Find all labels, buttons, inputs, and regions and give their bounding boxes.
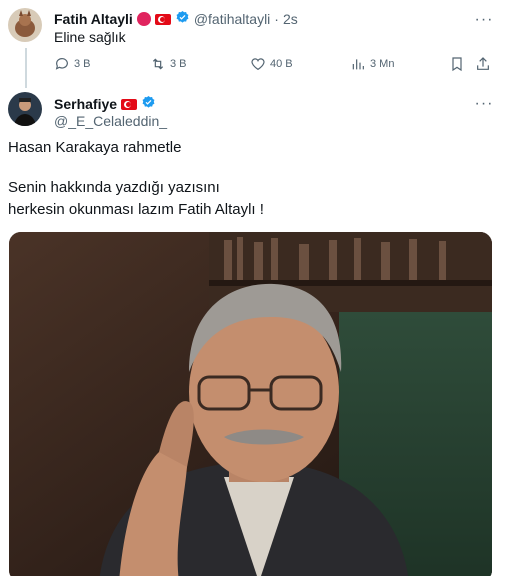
author-handle[interactable]: @fatihaltayli: [194, 11, 270, 27]
turkey-flag-icon: [121, 98, 138, 110]
red-circle-icon: [136, 12, 151, 26]
share-icon: [477, 57, 489, 70]
like-count: 40 B: [270, 58, 293, 70]
retweet-count: 3 B: [170, 58, 187, 70]
timestamp[interactable]: 2s: [283, 11, 298, 27]
share-button[interactable]: [475, 56, 491, 72]
thread-line: [25, 48, 27, 88]
tweet-text-line-2: Senin hakkında yazdığı yazısını: [8, 179, 220, 196]
avatar-fatih[interactable]: [8, 8, 42, 42]
reply-icon: [55, 58, 68, 70]
like-button[interactable]: 40 B: [250, 56, 293, 72]
views-icon: [352, 59, 364, 70]
bookmark-icon: [452, 57, 462, 72]
heart-icon: [251, 58, 265, 71]
action-bar: 3 B 3 B 40 B 3 Mn: [54, 56, 494, 76]
views-button[interactable]: 3 Mn: [350, 56, 394, 72]
reply-button[interactable]: 3 B: [54, 56, 91, 72]
tweet-text-line-1: Hasan Karakaya rahmetle: [8, 139, 182, 156]
quoted-tweet-text: Eline sağlık: [54, 29, 126, 45]
author-name[interactable]: Fatih Altayli: [54, 11, 133, 27]
retweet-icon: [152, 58, 164, 70]
separator-dot: ·: [274, 11, 279, 27]
avatar-serhafiye[interactable]: [8, 92, 42, 126]
author-handle[interactable]: @_E_Celaleddin_: [54, 111, 167, 131]
tweet-photo[interactable]: [9, 232, 492, 576]
author-name[interactable]: Serhafiye: [54, 96, 117, 112]
verified-badge-icon: [175, 10, 190, 28]
bookmark-button[interactable]: [449, 56, 465, 72]
turkey-flag-icon: [154, 13, 171, 25]
quoted-author-row: Fatih Altayli @fatihaltayli · 2s: [54, 10, 298, 28]
tweet-text-line-3: herkesin okunması lazım Fatih Altaylı !: [8, 201, 264, 218]
more-icon[interactable]: ···: [474, 94, 494, 114]
more-icon[interactable]: ···: [474, 10, 494, 30]
reply-count: 3 B: [74, 58, 91, 70]
retweet-button[interactable]: 3 B: [150, 56, 187, 72]
views-count: 3 Mn: [370, 58, 395, 70]
